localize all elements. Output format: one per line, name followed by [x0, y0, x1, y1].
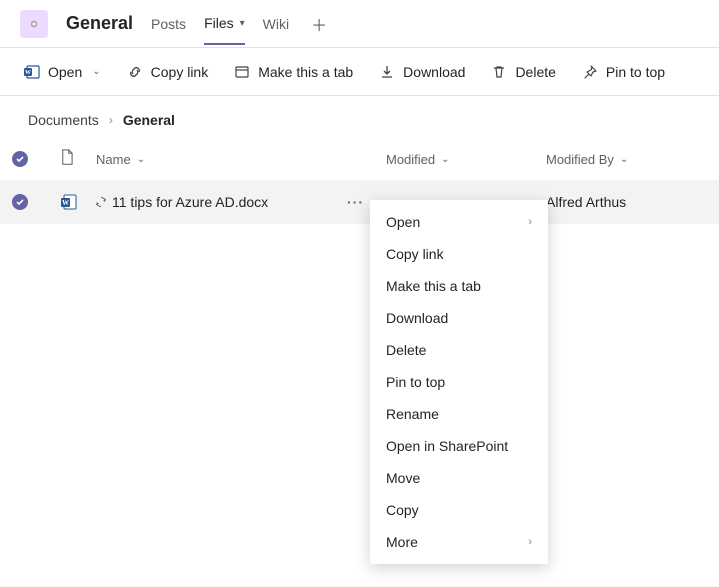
open-label: Open [48, 64, 82, 80]
file-type-icon: W [60, 193, 96, 211]
menu-open[interactable]: Open › [370, 206, 548, 238]
menu-make-tab-label: Make this a tab [386, 278, 481, 294]
tab-files[interactable]: Files ▾ [204, 3, 245, 45]
chevron-down-icon: ▾ [240, 18, 245, 29]
table-header-row: Name ⌄ Modified ⌄ Modified By ⌄ [0, 138, 719, 180]
menu-make-tab[interactable]: Make this a tab [370, 270, 548, 302]
link-icon [127, 64, 143, 80]
breadcrumb: Documents › General [0, 96, 719, 138]
file-type-header[interactable] [60, 149, 96, 169]
team-avatar [20, 10, 48, 38]
add-tab-button[interactable]: ＋ [307, 12, 331, 36]
tab-icon [234, 64, 250, 80]
pin-icon [582, 64, 598, 80]
pin-label: Pin to top [606, 64, 665, 80]
download-button[interactable]: Download [379, 64, 465, 80]
row-select[interactable] [12, 194, 60, 210]
context-menu: Open › Copy link Make this a tab Downloa… [370, 200, 548, 564]
menu-pin-label: Pin to top [386, 374, 445, 390]
copy-link-label: Copy link [151, 64, 209, 80]
breadcrumb-root[interactable]: Documents [28, 112, 99, 128]
menu-more[interactable]: More › [370, 526, 548, 558]
download-icon [379, 64, 395, 80]
file-name-cell[interactable]: 11 tips for Azure AD.docx ··· [96, 194, 386, 210]
menu-copy-link-label: Copy link [386, 246, 444, 262]
select-all-cell[interactable] [12, 151, 60, 167]
chevron-down-icon: ⌄ [441, 154, 449, 165]
word-icon: W [24, 64, 40, 80]
check-circle-icon [12, 151, 28, 167]
make-tab-label: Make this a tab [258, 64, 353, 80]
tab-wiki[interactable]: Wiki [263, 4, 289, 44]
column-name-label: Name [96, 152, 131, 167]
channel-header: General Posts Files ▾ Wiki ＋ [0, 0, 719, 48]
menu-copy-label: Copy [386, 502, 419, 518]
column-modified-label: Modified [386, 152, 435, 167]
breadcrumb-current: General [123, 112, 175, 128]
open-button[interactable]: W Open ⌄ [24, 64, 101, 80]
chevron-down-icon: ⌄ [137, 154, 145, 165]
chevron-right-icon: › [528, 216, 532, 228]
menu-open-label: Open [386, 214, 420, 230]
tab-files-label: Files [204, 15, 234, 31]
menu-rename[interactable]: Rename [370, 398, 548, 430]
chevron-right-icon: › [109, 113, 113, 127]
chevron-right-icon: › [528, 536, 532, 548]
delete-label: Delete [515, 64, 555, 80]
svg-text:W: W [62, 199, 69, 207]
menu-delete[interactable]: Delete [370, 334, 548, 366]
chevron-down-icon: ⌄ [92, 66, 100, 77]
menu-download-label: Download [386, 310, 448, 326]
tab-posts[interactable]: Posts [151, 4, 186, 44]
menu-delete-label: Delete [386, 342, 426, 358]
channel-name: General [66, 13, 133, 34]
copy-link-button[interactable]: Copy link [127, 64, 209, 80]
menu-copy-link[interactable]: Copy link [370, 238, 548, 270]
menu-open-sp-label: Open in SharePoint [386, 438, 508, 454]
pin-button[interactable]: Pin to top [582, 64, 665, 80]
menu-download[interactable]: Download [370, 302, 548, 334]
menu-move-label: Move [386, 470, 420, 486]
file-name: 11 tips for Azure AD.docx [112, 194, 268, 210]
column-modified[interactable]: Modified ⌄ [386, 152, 546, 167]
make-tab-button[interactable]: Make this a tab [234, 64, 353, 80]
column-name[interactable]: Name ⌄ [96, 152, 386, 167]
sync-badge-icon [96, 197, 106, 207]
download-label: Download [403, 64, 465, 80]
menu-move[interactable]: Move [370, 462, 548, 494]
menu-more-label: More [386, 534, 418, 550]
menu-open-sharepoint[interactable]: Open in SharePoint [370, 430, 548, 462]
check-circle-icon [12, 194, 28, 210]
svg-text:W: W [25, 70, 31, 76]
menu-rename-label: Rename [386, 406, 439, 422]
menu-pin[interactable]: Pin to top [370, 366, 548, 398]
command-bar: W Open ⌄ Copy link Make this a tab Downl… [0, 48, 719, 96]
column-modified-by[interactable]: Modified By ⌄ [546, 152, 716, 167]
trash-icon [491, 64, 507, 80]
table-row[interactable]: W 11 tips for Azure AD.docx ··· Alfred A… [0, 180, 719, 224]
modified-by-cell: Alfred Arthus [546, 194, 716, 210]
delete-button[interactable]: Delete [491, 64, 555, 80]
column-modified-by-label: Modified By [546, 152, 614, 167]
menu-copy[interactable]: Copy [370, 494, 548, 526]
chevron-down-icon: ⌄ [620, 154, 628, 165]
